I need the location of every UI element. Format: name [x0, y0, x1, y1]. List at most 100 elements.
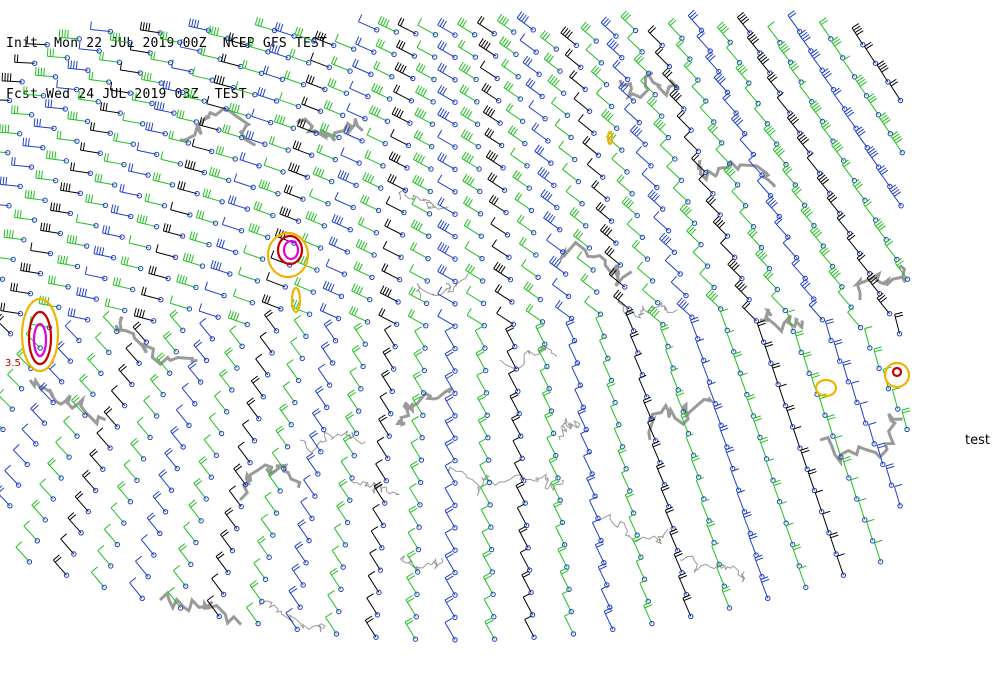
barb-feather — [228, 102, 232, 111]
barb-feather — [246, 602, 254, 608]
barb-feather — [301, 96, 306, 105]
wind-barb — [353, 261, 375, 280]
wind-barb — [501, 58, 521, 80]
wind-barb — [719, 308, 730, 334]
barb-shaft — [889, 83, 901, 101]
barb-feather — [810, 372, 819, 376]
barb-shaft — [385, 202, 405, 213]
barb-feather — [885, 463, 894, 467]
barb-feather — [323, 100, 328, 108]
barb-shaft — [136, 149, 157, 155]
wind-barb — [459, 84, 480, 105]
barb-feather — [227, 125, 231, 134]
barb-feather — [334, 33, 339, 42]
barb-feather — [6, 229, 9, 238]
barb-shaft — [676, 115, 692, 131]
barb-shaft — [105, 305, 125, 311]
barb-shaft — [198, 310, 219, 318]
wind-barb — [523, 281, 543, 303]
wind-barb — [754, 554, 765, 580]
wind-barb — [351, 283, 373, 303]
wind-barb — [464, 241, 485, 262]
wind-barb — [682, 594, 694, 620]
barb-feather — [184, 159, 188, 168]
barb-feather — [139, 309, 143, 318]
wind-barb — [251, 108, 274, 126]
wind-barb — [547, 74, 567, 96]
barb-shaft — [90, 571, 105, 588]
barb-feather — [772, 365, 781, 369]
wind-barb — [162, 80, 186, 96]
barb-feather — [98, 246, 102, 255]
barb-station-circle — [121, 520, 127, 526]
barb-feather — [409, 483, 417, 489]
barb-shaft — [534, 150, 552, 164]
barb-feather — [348, 305, 354, 314]
barb-feather — [75, 61, 78, 70]
barb-feather — [358, 14, 363, 22]
wind-barb — [135, 555, 151, 580]
wind-barb — [676, 109, 694, 133]
wind-barb — [831, 139, 847, 164]
barb-feather — [396, 109, 402, 117]
barb-shaft — [331, 550, 344, 568]
barb-feather — [190, 254, 195, 263]
barb-shaft — [364, 156, 384, 167]
barb-feather — [834, 435, 843, 439]
barb-shaft — [346, 110, 366, 120]
barb-feather — [262, 65, 267, 74]
wind-barb — [136, 142, 160, 158]
wind-barb — [213, 390, 230, 415]
wind-barb — [736, 11, 753, 36]
barb-feather — [118, 278, 122, 287]
wind-barb — [258, 179, 281, 197]
barb-feather — [664, 254, 672, 261]
barb-feather — [479, 460, 487, 466]
wind-barb — [351, 344, 366, 370]
barb-feather — [444, 528, 453, 534]
barb-feather — [34, 67, 37, 76]
wind-barb — [726, 329, 737, 355]
wind-barb — [331, 545, 346, 570]
barb-feather — [16, 209, 19, 218]
barb-feather — [173, 565, 181, 571]
barb-shaft — [518, 529, 529, 549]
barb-shaft — [555, 306, 572, 319]
barb-feather — [375, 459, 383, 465]
barb-feather — [399, 110, 404, 119]
wind-barb — [772, 479, 783, 505]
wind-barb — [796, 132, 813, 156]
barb-feather — [265, 66, 269, 75]
wind-barb — [253, 201, 276, 219]
barb-feather — [366, 127, 372, 136]
barb-shaft — [494, 290, 513, 303]
barb-shaft — [670, 281, 687, 296]
barb-shaft — [215, 152, 236, 160]
barb-feather — [203, 434, 211, 440]
wind-barb — [560, 26, 580, 49]
barb-shaft — [475, 352, 487, 371]
barb-shaft — [23, 525, 38, 542]
wind-barb — [417, 17, 439, 38]
barb-shaft — [152, 495, 166, 513]
wind-barb — [437, 152, 458, 173]
barb-shaft — [140, 539, 155, 556]
barb-feather — [84, 288, 88, 297]
barb-feather — [373, 107, 379, 116]
wind-barb — [778, 41, 794, 66]
barb-shaft — [864, 46, 876, 64]
wind-barb — [888, 184, 904, 209]
barb-shaft — [411, 203, 430, 215]
barb-shaft — [103, 411, 118, 428]
wind-barb — [23, 86, 47, 99]
barb-shaft — [638, 378, 648, 397]
wind-barb — [110, 204, 134, 220]
barb-shaft — [836, 556, 844, 576]
barb-feather — [578, 114, 584, 121]
wind-barb — [788, 60, 804, 85]
barb-shaft — [698, 179, 714, 195]
wind-barb — [676, 297, 695, 320]
wind-barb — [734, 279, 752, 303]
barb-feather — [72, 162, 76, 171]
barb-shaft — [123, 464, 138, 481]
